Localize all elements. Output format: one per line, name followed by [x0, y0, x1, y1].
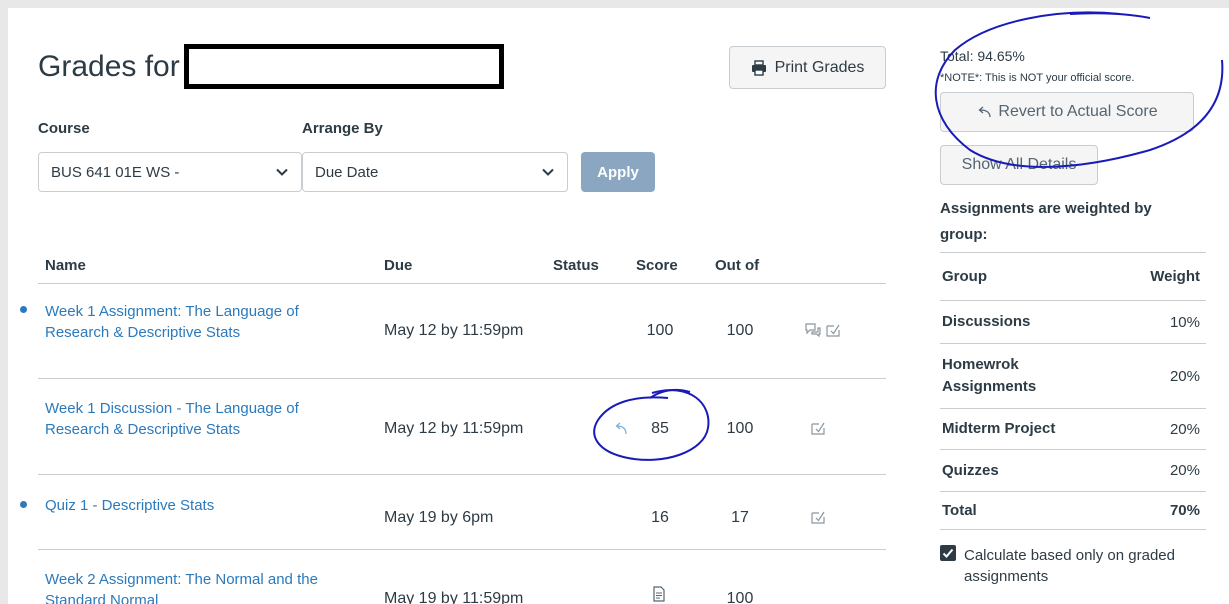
printer-icon: [751, 59, 766, 76]
redacted-student-name: [184, 44, 504, 89]
window-left-border: [0, 0, 8, 604]
assignment-link[interactable]: Week 1 Discussion - The Language of Rese…: [45, 398, 365, 440]
rubric-icon[interactable]: [824, 321, 842, 339]
apply-button[interactable]: Apply: [581, 152, 655, 192]
score-tick-annotation: [649, 389, 691, 399]
assignment-link[interactable]: Quiz 1 - Descriptive Stats: [45, 495, 365, 516]
due-date: May 19 by 11:59pm: [384, 590, 524, 604]
course-select-value: BUS 641 01E WS -: [51, 163, 180, 181]
weighted-heading: Assignments are weighted by group:: [940, 200, 1152, 243]
print-grades-button[interactable]: Print Grades: [729, 46, 886, 89]
weights-row: Homewrok Assignments 20%: [940, 343, 1206, 408]
weights-row: Discussions 10%: [940, 300, 1206, 343]
column-header-score[interactable]: Score: [636, 257, 678, 274]
page-title: Grades for: [38, 50, 180, 83]
column-header-out-of[interactable]: Out of: [715, 257, 759, 274]
column-header-due[interactable]: Due: [384, 257, 412, 274]
out-of-value: 17: [731, 509, 749, 526]
total-circle-annotation: [934, 11, 1224, 168]
group-weight: 20%: [1169, 462, 1200, 479]
weights-table: Group Weight Discussions 10% Homewrok As…: [940, 252, 1206, 530]
group-weight: 20%: [1169, 420, 1200, 438]
unread-indicator: [20, 306, 27, 313]
calculate-graded-only-checkbox[interactable]: [940, 545, 956, 561]
weights-row: Quizzes 20%: [940, 449, 1206, 491]
group-name: Midterm Project: [942, 420, 1056, 437]
course-label: Course: [38, 120, 90, 137]
weight-column-header: Weight: [1150, 268, 1200, 285]
rubric-icon[interactable]: [809, 419, 827, 437]
submitted-document-icon[interactable]: [650, 585, 668, 603]
score-value[interactable]: 100: [635, 322, 685, 340]
group-weight: 10%: [1169, 313, 1200, 331]
calculate-graded-only-label[interactable]: Calculate based only on graded assignmen…: [964, 545, 1214, 587]
row-divider: [38, 378, 886, 379]
group-name: Homewrok Assignments: [942, 356, 1037, 395]
show-all-details-button[interactable]: Show All Details: [940, 145, 1098, 185]
revert-to-actual-score-button[interactable]: Revert to Actual Score: [940, 92, 1194, 132]
assignment-link[interactable]: Week 1 Assignment: The Language of Resea…: [45, 301, 365, 343]
group-weight: 20%: [1169, 367, 1200, 385]
revert-arrow-icon: [978, 106, 992, 118]
window-top-border: [0, 0, 1229, 8]
arrange-by-label: Arrange By: [302, 120, 383, 137]
revert-icon[interactable]: [612, 420, 630, 438]
chevron-down-icon: [542, 168, 554, 176]
unread-indicator: [20, 501, 27, 508]
group-name: Total: [942, 501, 977, 519]
due-date: May 12 by 11:59pm: [384, 322, 524, 339]
total-circle-tail-annotation: [1069, 12, 1151, 19]
arrange-by-value: Due Date: [315, 163, 379, 181]
arrange-by-select[interactable]: Due Date: [302, 152, 568, 192]
group-name: Discussions: [942, 313, 1031, 330]
score-value[interactable]: 85: [635, 420, 685, 438]
weights-row: Midterm Project 20%: [940, 408, 1206, 449]
out-of-value: 100: [726, 420, 754, 437]
rubric-icon[interactable]: [809, 508, 827, 526]
weights-total-row: Total 70%: [940, 491, 1206, 530]
chevron-down-icon: [276, 168, 288, 176]
table-header-divider: [38, 283, 886, 284]
revert-label: Revert to Actual Score: [998, 103, 1158, 120]
weights-header-row: Group Weight: [940, 252, 1206, 300]
total-grade: Total: 94.65%: [940, 48, 1025, 64]
not-official-note: *NOTE*: This is NOT your official score.: [940, 72, 1135, 84]
row-divider: [38, 549, 886, 550]
out-of-value: 100: [726, 322, 754, 339]
out-of-value: 100: [726, 590, 754, 604]
comments-icon[interactable]: [804, 321, 822, 339]
row-divider: [38, 474, 886, 475]
checkmark-icon: [942, 548, 954, 558]
group-weight: 70%: [1169, 502, 1200, 519]
assignment-link[interactable]: Week 2 Assignment: The Normal and the St…: [45, 569, 365, 604]
group-column-header: Group: [942, 267, 987, 285]
group-name: Quizzes: [942, 461, 999, 479]
column-header-status[interactable]: Status: [553, 257, 599, 274]
print-grades-label: Print Grades: [774, 58, 865, 76]
course-select[interactable]: BUS 641 01E WS -: [38, 152, 302, 192]
due-date: May 19 by 6pm: [384, 509, 494, 526]
due-date: May 12 by 11:59pm: [384, 420, 524, 437]
score-value[interactable]: 16: [635, 509, 685, 527]
column-header-name[interactable]: Name: [45, 257, 86, 274]
